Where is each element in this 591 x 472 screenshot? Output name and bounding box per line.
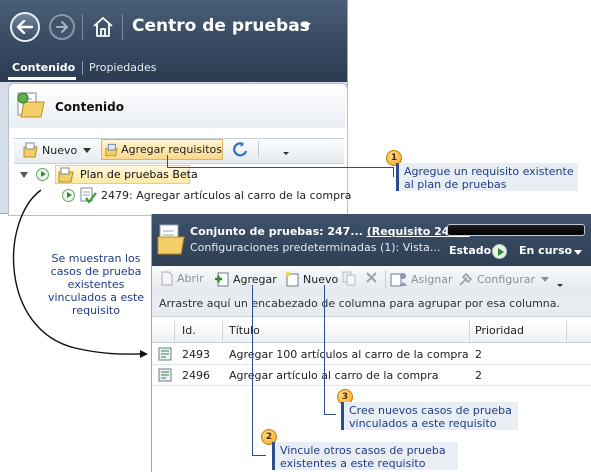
side-annotation-line: existentes — [67, 278, 125, 291]
callout-3-line-2: vinculados a este requisito — [349, 417, 497, 430]
side-annotation: Se muestran los casos de prueba existent… — [41, 252, 151, 317]
callout-1: Agregue un requisito existente al plan d… — [396, 163, 578, 191]
side-annotation-line: vinculados a este — [47, 291, 145, 304]
side-annotation-line: requisito — [72, 304, 120, 317]
callout-1-line-1: Agregue un requisito existente — [404, 165, 574, 178]
callout-2-line-2: existentes a este requisito — [280, 457, 426, 470]
callout-2-line-1: Vincule otros casos de prueba — [280, 444, 446, 457]
side-annotation-line: casos de prueba — [50, 265, 142, 278]
callout-3-line-1: Cree nuevos casos de prueba — [349, 404, 512, 417]
callout-2: Vincule otros casos de prueba existentes… — [272, 442, 458, 470]
callout-3: Cree nuevos casos de prueba vinculados a… — [341, 402, 518, 430]
callout-1-line-2: al plan de pruebas — [404, 178, 507, 191]
side-annotation-line: Se muestran los — [51, 252, 141, 265]
